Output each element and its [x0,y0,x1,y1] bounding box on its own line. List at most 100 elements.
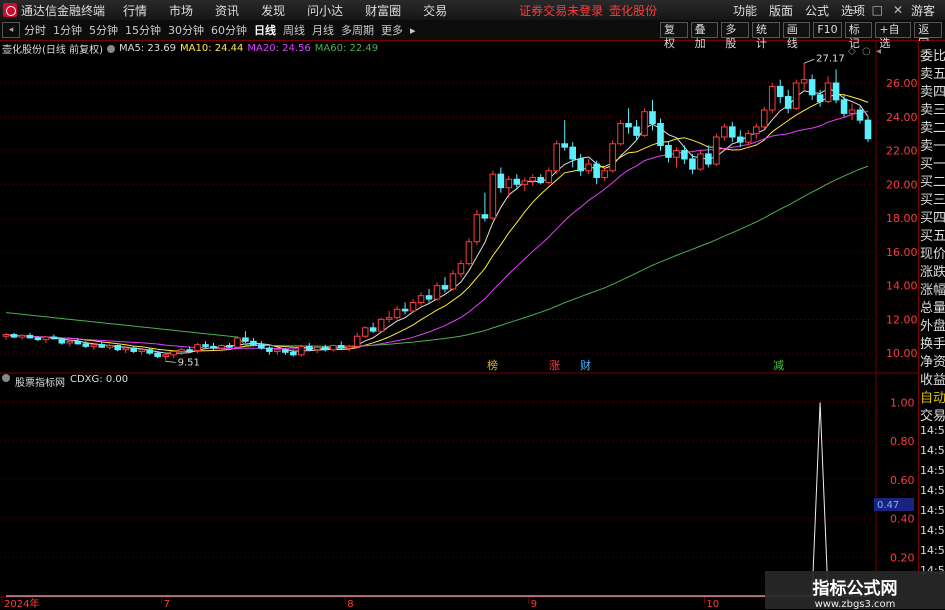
candlestick-chart[interactable]: 10.00 12.00 14.00 16.00 18.00 20.00 22.00 24.00… [0,0,945,609]
candle-body[interactable] [537,177,545,184]
indicator-settings-icon[interactable] [2,374,10,382]
candle-body[interactable] [337,345,345,349]
candle-body[interactable] [816,94,824,103]
candle-body[interactable] [577,158,584,172]
candle-body[interactable] [681,150,688,160]
candle-body[interactable] [649,111,656,125]
candle-body[interactable] [521,180,529,185]
candle-body[interactable] [768,85,776,111]
candle-body[interactable] [42,336,50,341]
candle-body[interactable] [353,335,361,347]
candle-body[interactable] [306,345,313,351]
candle-body[interactable] [489,173,497,219]
candle-body[interactable] [361,327,369,337]
candle-body[interactable] [497,173,505,189]
candle-body[interactable] [593,163,600,179]
candle-body[interactable] [162,354,169,357]
candle-body[interactable] [673,150,680,158]
candle-body[interactable] [186,349,193,352]
candle-body[interactable] [505,178,513,189]
settings-icon[interactable]: ○ [862,46,871,57]
event-marker-rank[interactable]: 榜 [487,358,498,372]
candle-body[interactable] [529,177,537,182]
candle-body[interactable] [138,349,145,352]
candle-body[interactable] [601,170,608,179]
candle-body[interactable] [752,126,760,135]
candle-body[interactable] [178,349,185,352]
candle-body[interactable] [66,340,74,344]
candle-body[interactable] [689,158,696,170]
candle-body[interactable] [864,119,872,140]
candle-body[interactable] [82,343,90,347]
side-auto-toggle[interactable]: 自动 [920,387,945,406]
candle-body[interactable] [713,136,720,165]
candle-body[interactable] [633,126,640,136]
candle-body[interactable] [665,144,672,158]
candle-body[interactable] [50,336,58,340]
candle-body[interactable] [34,337,42,341]
candle-body[interactable] [242,337,249,342]
candle-body[interactable] [58,338,66,344]
candle-body[interactable] [377,318,385,332]
candle-body[interactable] [417,295,425,303]
candle-body[interactable] [2,334,10,337]
candle-body[interactable] [298,345,305,356]
candle-body[interactable] [617,123,624,145]
event-marker-limit-up[interactable]: 涨 [549,359,560,372]
candle-body[interactable] [321,346,329,351]
candle-body[interactable] [425,295,433,300]
candle-body[interactable] [393,308,401,319]
candle-body[interactable] [345,345,353,349]
candle-body[interactable] [729,126,736,138]
event-marker-finance[interactable]: 财 [580,358,591,372]
candle-body[interactable] [545,170,553,184]
candle-body[interactable] [760,109,768,128]
candle-body[interactable] [832,82,840,101]
candle-body[interactable] [744,133,752,143]
candle-body[interactable] [234,337,241,348]
candle-body[interactable] [74,340,82,345]
candle-body[interactable] [170,350,177,356]
candle-body[interactable] [290,351,297,356]
expand-icon[interactable]: ◂ [876,46,881,57]
candle-body[interactable] [409,301,417,312]
candle-body[interactable] [609,143,616,172]
candle-body[interactable] [369,327,377,332]
candle-body[interactable] [146,349,153,354]
candle-body[interactable] [808,79,816,96]
candle-body[interactable] [465,241,473,265]
candle-body[interactable] [18,334,26,338]
candle-body[interactable] [737,136,744,143]
candle-body[interactable] [98,344,106,348]
candle-body[interactable] [401,308,409,312]
candle-body[interactable] [202,344,209,347]
candle-body[interactable] [122,347,130,351]
candle-body[interactable] [441,285,449,290]
candle-body[interactable] [856,109,864,121]
candle-body[interactable] [473,214,481,243]
candle-body[interactable] [553,143,561,172]
candle-body[interactable] [329,345,337,351]
candle-body[interactable] [449,273,457,290]
candle-body[interactable] [26,334,34,339]
candle-body[interactable] [154,352,161,357]
candle-body[interactable] [513,178,521,185]
candle-body[interactable] [258,344,265,349]
candle-body[interactable] [218,345,225,349]
candle-body[interactable] [266,347,273,352]
candle-body[interactable] [657,123,664,146]
candle-body[interactable] [705,153,712,165]
candle-body[interactable] [840,99,848,114]
candle-body[interactable] [274,349,281,352]
candle-body[interactable] [824,82,832,103]
candle-body[interactable] [194,344,201,352]
candle-body[interactable] [625,123,632,128]
candle-body[interactable] [457,263,465,275]
candle-body[interactable] [385,317,393,320]
candle-body[interactable] [800,79,808,84]
candle-body[interactable] [697,153,704,170]
candle-body[interactable] [130,347,137,352]
candle-body[interactable] [114,345,122,351]
candle-body[interactable] [106,345,114,348]
candle-body[interactable] [848,109,856,114]
